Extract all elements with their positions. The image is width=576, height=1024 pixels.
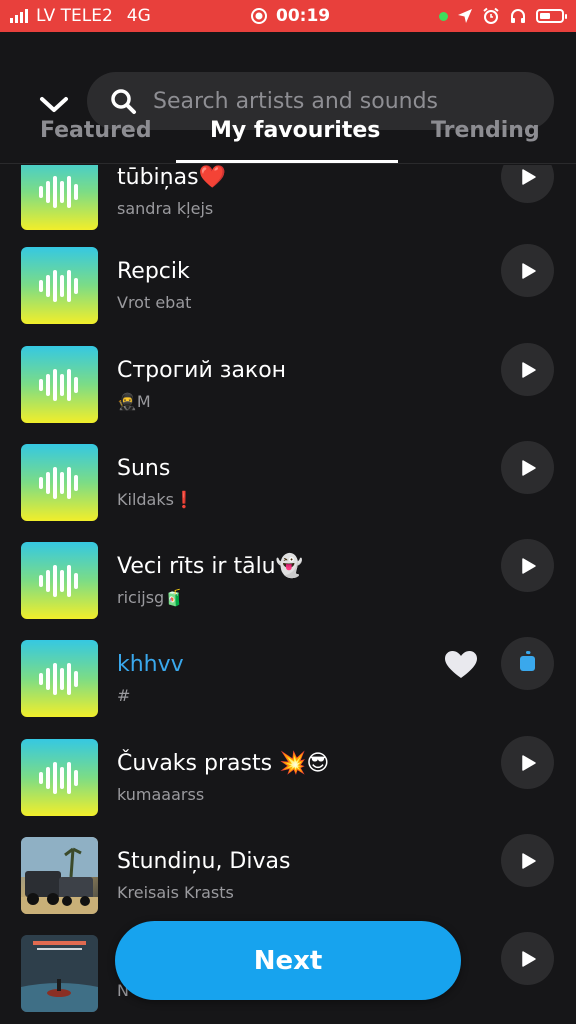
waveform-icon xyxy=(38,662,78,695)
album-cover xyxy=(21,837,98,914)
sound-title: tūbiņas❤️ xyxy=(117,165,226,190)
tab-featured[interactable]: Featured xyxy=(40,118,152,143)
waveform-icon xyxy=(38,269,78,302)
sound-artist: # xyxy=(117,686,131,705)
play-icon xyxy=(521,852,536,869)
play-button[interactable] xyxy=(501,539,554,592)
waveform-icon xyxy=(38,466,78,499)
tab-divider xyxy=(0,163,576,164)
sound-title: Stundiņu, Divas xyxy=(117,849,291,874)
battery-icon xyxy=(536,9,567,23)
play-button[interactable] xyxy=(501,932,554,985)
sound-title: Repcik xyxy=(117,259,190,284)
sound-thumbnail xyxy=(21,346,98,423)
signal-icon xyxy=(10,9,28,23)
sound-thumbnail xyxy=(21,247,98,324)
album-cover xyxy=(21,935,98,1012)
play-button[interactable] xyxy=(501,834,554,887)
mic-indicator-icon xyxy=(439,11,448,21)
clock: 00:19 xyxy=(276,6,331,26)
sound-artist: kumaaarss xyxy=(117,785,205,804)
play-icon xyxy=(521,459,536,476)
tab-my-favourites[interactable]: My favourites xyxy=(210,118,380,143)
tab-bar: Featured My favourites Trending xyxy=(0,108,576,165)
next-button[interactable]: Next xyxy=(115,921,461,1000)
sound-title: Строгий закон xyxy=(117,358,287,383)
status-bar-center: 00:19 xyxy=(250,0,330,32)
status-bar: LV TELE2 4G 00:19 xyxy=(0,0,576,32)
sound-thumbnail xyxy=(21,640,98,717)
active-tab-indicator xyxy=(176,160,398,163)
sound-artist: Vrot ebat xyxy=(117,293,192,312)
list-item[interactable]: Čuvaks prasts 💥😎 kumaaarss xyxy=(0,736,576,837)
sound-title: Suns xyxy=(117,456,171,481)
play-button[interactable] xyxy=(501,244,554,297)
list-item[interactable]: Repcik Vrot ebat xyxy=(0,244,576,345)
play-button[interactable] xyxy=(501,441,554,494)
play-button[interactable] xyxy=(501,736,554,789)
heart-icon[interactable] xyxy=(444,650,478,680)
sound-thumbnail xyxy=(21,739,98,816)
play-icon xyxy=(521,557,536,574)
loading-stop-button[interactable] xyxy=(501,637,554,690)
list-item[interactable]: Veci rīts ir tālu👻 ricijsg🧃 xyxy=(0,539,576,640)
sound-thumbnail xyxy=(21,542,98,619)
sound-artist: ricijsg🧃 xyxy=(117,588,185,607)
play-icon xyxy=(521,361,536,378)
sound-artist: Kreisais Krasts xyxy=(117,883,234,902)
waveform-icon xyxy=(38,564,78,597)
sound-list[interactable]: tūbiņas❤️ sandra kļejs Repcik Vrot ebat xyxy=(0,165,576,1024)
sound-title: Čuvaks prasts 💥😎 xyxy=(117,751,330,776)
play-button[interactable] xyxy=(501,165,554,203)
sound-thumbnail xyxy=(21,165,98,230)
waveform-icon xyxy=(38,368,78,401)
list-item[interactable]: tūbiņas❤️ sandra kļejs xyxy=(0,165,576,251)
sound-artist: sandra kļejs xyxy=(117,199,214,218)
location-icon xyxy=(458,9,472,23)
status-bar-left: LV TELE2 4G xyxy=(10,0,151,32)
play-icon xyxy=(521,262,536,279)
sound-artist: Kildaks❗ xyxy=(117,490,194,509)
list-item[interactable]: Suns Kildaks❗ xyxy=(0,441,576,542)
waveform-icon xyxy=(38,761,78,794)
list-item[interactable]: Строгий закон 🥷M xyxy=(0,343,576,444)
status-bar-right xyxy=(439,0,567,32)
play-icon xyxy=(521,168,536,185)
alarm-icon xyxy=(483,7,499,24)
album-art-image xyxy=(21,837,98,914)
play-button[interactable] xyxy=(501,343,554,396)
sound-thumbnail xyxy=(21,444,98,521)
list-item-selected[interactable]: khhvv # xyxy=(0,637,576,738)
screen-record-icon xyxy=(251,8,267,24)
sound-artist: 🥷M xyxy=(117,392,151,411)
album-art-image xyxy=(21,935,98,1012)
sound-title: Veci rīts ir tālu👻 xyxy=(117,554,304,579)
play-icon xyxy=(521,950,536,967)
tab-trending[interactable]: Trending xyxy=(431,118,540,143)
headphones-icon xyxy=(511,9,525,23)
network-label: 4G xyxy=(126,6,151,26)
play-icon xyxy=(521,754,536,771)
sound-title: khhvv xyxy=(117,652,184,677)
waveform-icon xyxy=(38,175,78,208)
carrier-label: LV TELE2 xyxy=(36,6,113,26)
stop-icon xyxy=(520,656,535,671)
